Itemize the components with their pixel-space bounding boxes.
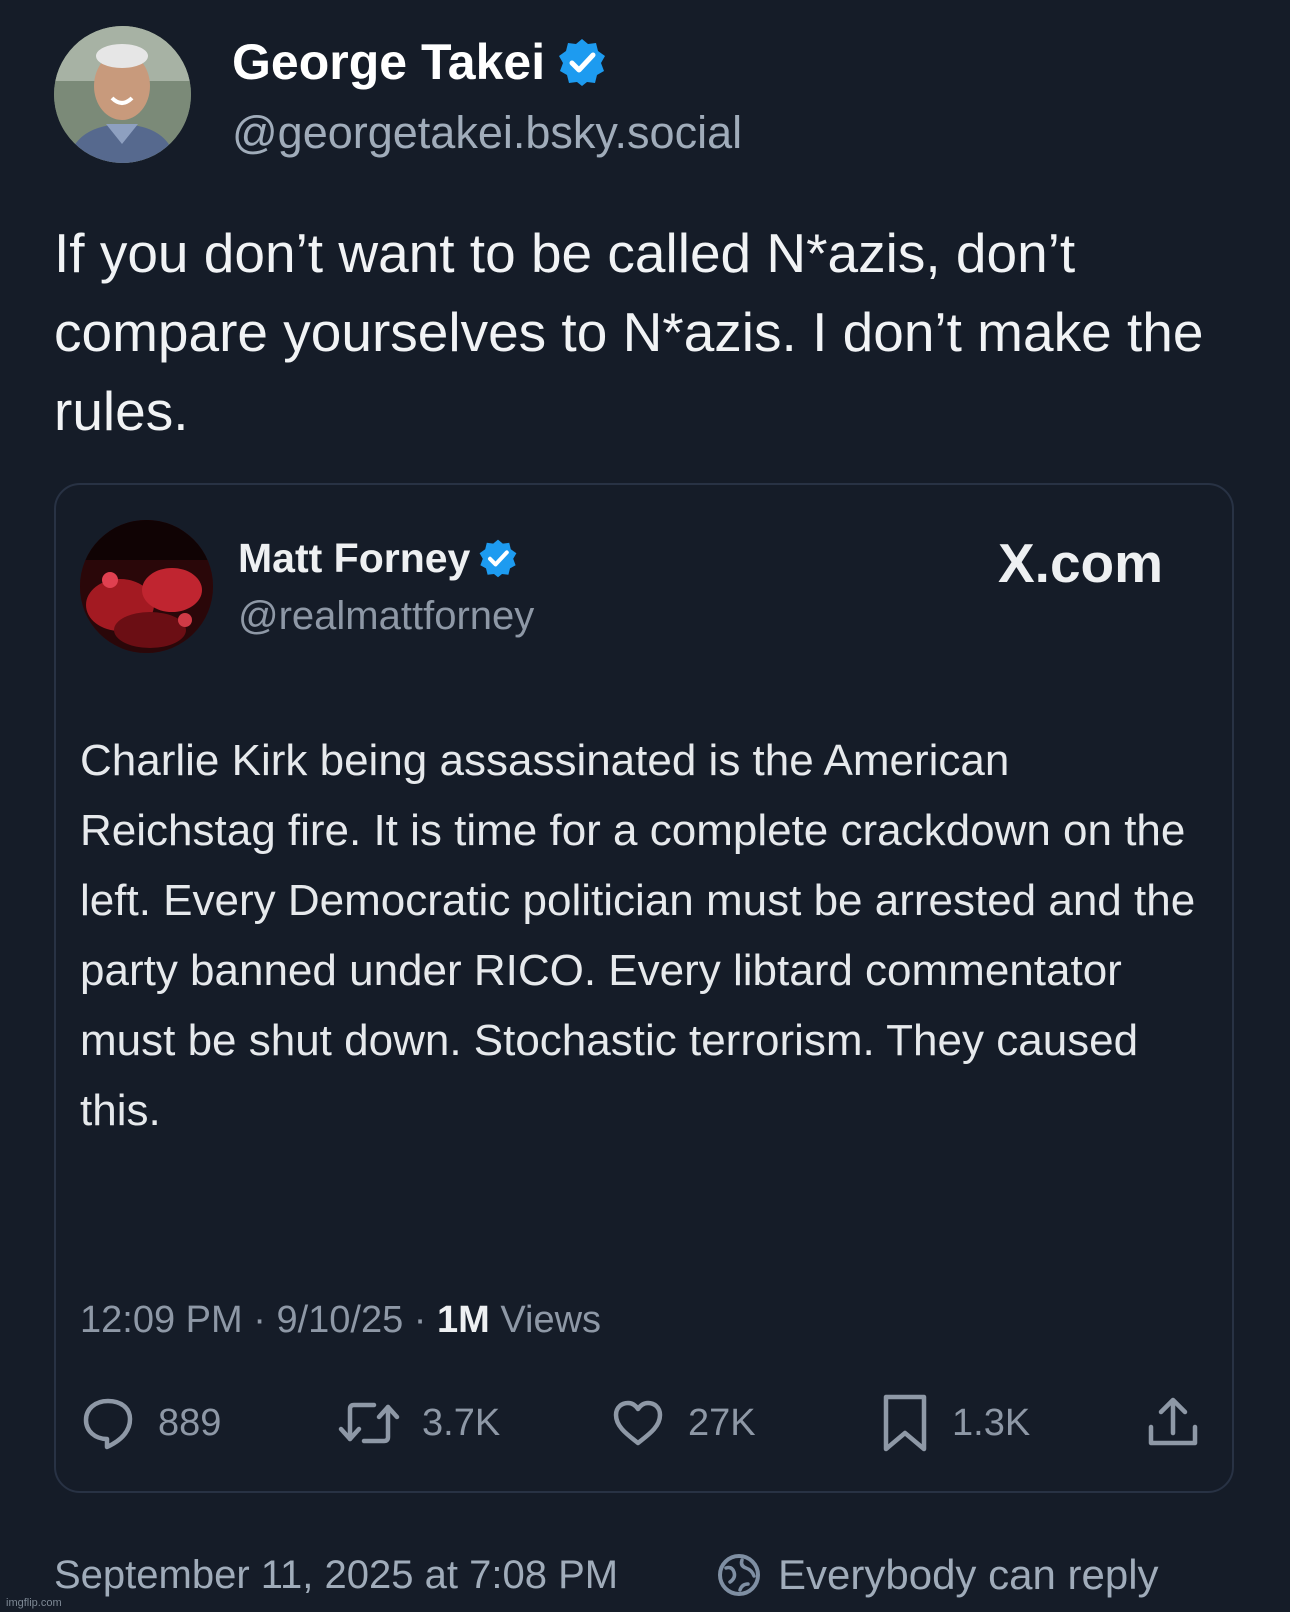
reply-button[interactable]: 889 — [80, 1393, 221, 1453]
share-button[interactable] — [1146, 1393, 1200, 1453]
author-name-text[interactable]: George Takei — [232, 34, 545, 90]
share-icon — [1148, 1397, 1198, 1446]
watermark: imgflip.com — [6, 1597, 62, 1609]
quoted-post-meta: 12:09 PM · 9/10/25 · 1M Views — [80, 1299, 602, 1341]
quoted-author-handle[interactable]: @realmattforney — [238, 591, 534, 641]
bookmark-button[interactable]: 1.3K — [880, 1393, 1030, 1453]
repost-icon — [338, 1402, 400, 1444]
views-count: 1M — [437, 1299, 490, 1341]
reply-icon — [83, 1398, 133, 1450]
reply-count: 889 — [158, 1401, 222, 1444]
like-icon — [613, 1400, 663, 1446]
globe-icon — [718, 1554, 760, 1596]
author-name[interactable]: George Takei — [232, 32, 607, 92]
like-button[interactable]: 27K — [610, 1393, 756, 1453]
reply-setting-label[interactable]: Everybody can reply — [778, 1545, 1159, 1605]
views-label: Views — [500, 1299, 602, 1341]
author-avatar[interactable] — [54, 26, 191, 163]
reply-setting[interactable]: Everybody can reply — [716, 1545, 1159, 1605]
repost-button[interactable]: 3.7K — [338, 1393, 500, 1453]
source-label: X.com — [998, 532, 1164, 594]
verified-badge-icon — [479, 539, 517, 578]
quoted-post-time: 12:09 PM — [80, 1299, 243, 1341]
quoted-author-name[interactable]: Matt Forney — [238, 532, 518, 584]
like-count: 27K — [688, 1401, 756, 1444]
post-timestamp[interactable]: September 11, 2025 at 7:08 PM — [54, 1547, 618, 1603]
quoted-post-text: Charlie Kirk being assassinated is the A… — [80, 736, 1196, 1135]
bookmark-icon — [883, 1394, 927, 1452]
author-handle[interactable]: @georgetakei.bsky.social — [232, 105, 742, 161]
bookmark-count: 1.3K — [952, 1401, 1031, 1444]
verified-badge-icon — [559, 38, 606, 86]
quoted-author-avatar[interactable] — [80, 520, 213, 653]
repost-count: 3.7K — [422, 1401, 501, 1444]
quoted-author-name-text[interactable]: Matt Forney — [238, 535, 470, 581]
quoted-post-date: 9/10/25 — [276, 1299, 404, 1341]
post-text: If you don’t want to be called N*azis, d… — [54, 222, 1204, 442]
